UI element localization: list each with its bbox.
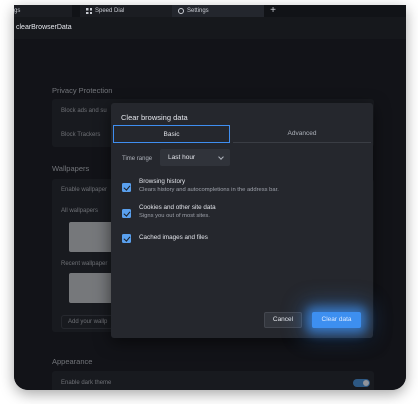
time-range-value: Last hour [168,154,196,161]
cached-images-checkbox[interactable] [122,234,131,243]
clear-browsing-data-dialog: Clear browsing data Basic Advanced Time … [111,103,373,338]
tab-label: gs [14,8,21,14]
tab-basic[interactable]: Basic [113,125,230,143]
option-description: Clears history and autocompletions in th… [139,187,279,193]
cookies-checkbox[interactable] [122,209,131,218]
gear-icon [178,8,184,14]
time-range-label: Time range [122,156,153,162]
browsing-history-checkbox[interactable] [122,183,131,192]
tab-label: Settings [187,8,209,14]
option-title: Cookies and other site data [139,204,216,211]
address-bar[interactable]: clearBrowserData [14,17,406,39]
tab-speed-dial[interactable]: Speed Dial [80,5,172,17]
option-title: Cached images and files [139,234,208,241]
time-range-select[interactable]: Last hour [160,149,230,166]
cancel-button[interactable]: Cancel [264,312,302,328]
option-title: Browsing history [139,178,186,185]
new-tab-button[interactable]: + [267,5,279,17]
tab-bar: gs Speed Dial Settings + [14,5,406,17]
option-description: Signs you out of most sites. [139,213,210,219]
speed-dial-icon [86,8,92,14]
chevron-down-icon [218,154,224,160]
browser-window: gs Speed Dial Settings + clearBrowserDat… [14,5,406,390]
tab-advanced[interactable]: Advanced [233,125,371,143]
dialog-title: Clear browsing data [121,113,188,122]
tab-previous[interactable]: gs [14,5,72,17]
tab-settings[interactable]: Settings [172,5,264,17]
tab-label: Speed Dial [95,8,125,14]
clear-data-button[interactable]: Clear data [312,312,361,328]
